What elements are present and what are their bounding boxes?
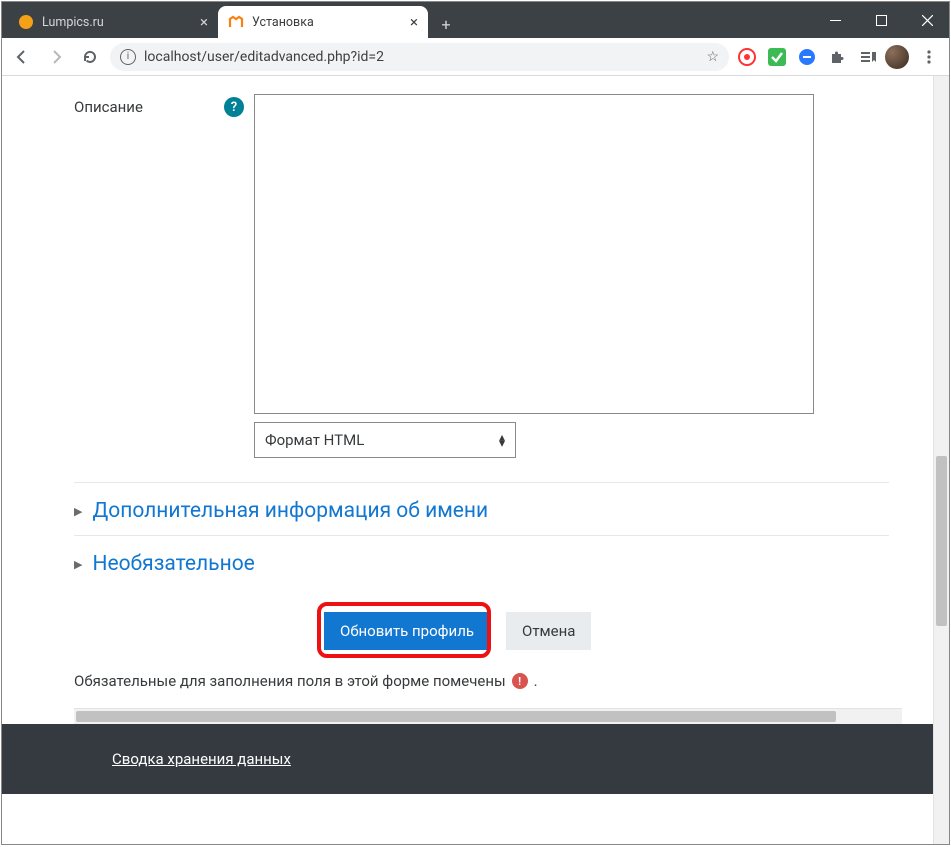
forward-button[interactable] [42,43,70,71]
update-profile-button[interactable]: Обновить профиль [324,612,490,650]
extension-check-icon[interactable] [765,45,789,69]
tab-title: Lumpics.ru [42,15,104,30]
scrollbar-thumb[interactable] [76,711,836,722]
favicon-moodle [228,14,244,30]
required-note-tail: . [534,672,538,690]
scrollbar-thumb[interactable] [936,456,947,626]
browser-menu-button[interactable] [915,43,943,71]
help-icon[interactable]: ? [224,97,244,117]
page-viewport: Описание ? Формат HTML ▴▾ ▶ Дополнительн… [2,76,949,844]
tab-title: Установка [252,15,314,30]
address-bar[interactable]: i localhost/user/editadvanced.php?id=2 ☆ [110,43,729,71]
browser-toolbar: i localhost/user/editadvanced.php?id=2 ☆ [2,38,949,76]
page-footer: Сводка хранения данных [2,724,933,794]
window-close-button[interactable] [904,1,950,39]
browser-window: Lumpics.ru × Установка × + [1,1,950,845]
format-select-value: Формат HTML [265,431,364,449]
format-select[interactable]: Формат HTML ▴▾ [254,422,516,458]
url-text: localhost/user/editadvanced.php?id=2 [144,49,384,65]
bookmark-star-icon[interactable]: ☆ [706,49,719,65]
form-actions: Обновить профиль Отмена [74,612,889,650]
profile-avatar[interactable] [885,45,909,69]
cancel-button[interactable]: Отмена [506,612,591,650]
favicon-lumpics [18,14,34,30]
vertical-scrollbar[interactable] [933,76,949,844]
reload-button[interactable] [76,43,104,71]
tab-lumpics[interactable]: Lumpics.ru × [8,6,218,38]
extension-blue-icon[interactable] [795,45,819,69]
data-retention-link[interactable]: Сводка хранения данных [112,750,291,768]
section-link[interactable]: Необязательное [92,552,254,576]
required-fields-note: Обязательные для заполнения поля в этой … [74,672,889,690]
section-optional[interactable]: ▶ Необязательное [74,536,889,588]
window-minimize-button[interactable] [812,1,858,39]
tab-strip: Lumpics.ru × Установка × + [2,2,949,38]
tab-install[interactable]: Установка × [218,6,428,38]
window-maximize-button[interactable] [858,1,904,39]
site-info-icon[interactable]: i [120,49,136,65]
back-button[interactable] [8,43,36,71]
section-additional-name-info[interactable]: ▶ Дополнительная информация об имени [74,483,889,536]
reading-list-icon[interactable] [855,45,879,69]
close-icon[interactable]: × [410,13,418,31]
chevron-right-icon: ▶ [74,558,82,571]
chevron-right-icon: ▶ [74,505,82,518]
extensions-puzzle-icon[interactable] [825,45,849,69]
section-link[interactable]: Дополнительная информация об имени [92,499,488,523]
description-textarea[interactable] [254,94,814,414]
extension-yandex-icon[interactable] [735,45,759,69]
horizontal-scrollbar[interactable] [74,708,902,724]
required-marker-icon: ! [512,673,528,689]
description-label: Описание [74,94,194,116]
page-content: Описание ? Формат HTML ▴▾ ▶ Дополнительн… [2,76,933,844]
required-note-text: Обязательные для заполнения поля в этой … [74,672,506,690]
select-caret-icon: ▴▾ [499,434,505,446]
description-field-row: Описание ? Формат HTML ▴▾ [74,76,889,458]
close-icon[interactable]: × [200,13,208,31]
new-tab-button[interactable]: + [432,10,460,38]
